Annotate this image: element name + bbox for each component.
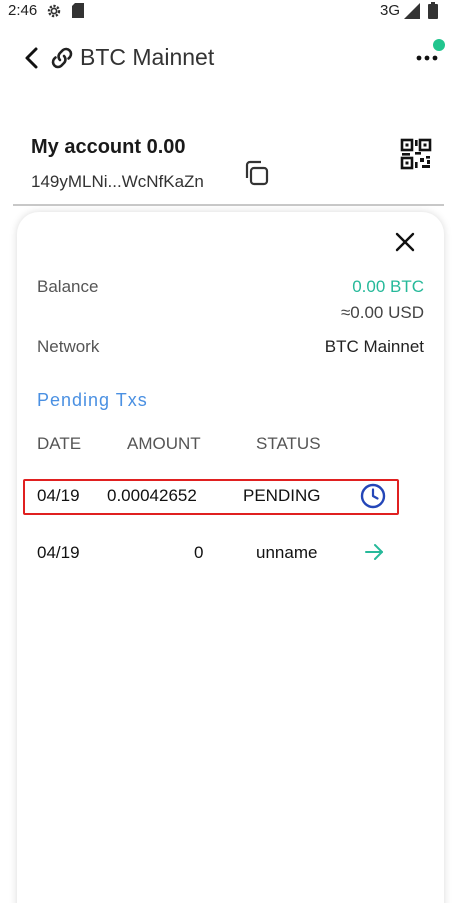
balance-btc: 0.00 BTC <box>352 277 424 296</box>
pending-txs-title: Pending Txs <box>37 390 148 410</box>
tx-row-amount: 0.00042652 <box>107 486 197 505</box>
tx-row-status: PENDING <box>243 486 321 505</box>
tx-row-status: unname <box>256 543 318 562</box>
column-header-status: STATUS <box>256 434 321 453</box>
link-icon <box>51 47 73 69</box>
balance-usd: ≈0.00 USD <box>340 303 424 322</box>
clock-icon[interactable] <box>360 483 386 509</box>
network-label: Network <box>37 337 100 356</box>
arrow-right-icon[interactable] <box>363 541 385 563</box>
account-name: My account 0.00 <box>31 136 186 158</box>
signal-icon <box>404 3 420 19</box>
page-title: BTC Mainnet <box>80 44 215 70</box>
close-icon[interactable] <box>394 231 416 253</box>
divider <box>13 204 444 206</box>
qr-code-icon[interactable] <box>400 138 432 170</box>
balance-label: Balance <box>37 277 99 296</box>
account-details-sheet: Balance 0.00 BTC ≈0.00 USD Network BTC M… <box>17 212 444 903</box>
status-time: 2:46 <box>8 2 38 19</box>
more-icon[interactable] <box>414 50 440 66</box>
network-value: BTC Mainnet <box>324 337 424 356</box>
gear-icon <box>47 4 61 18</box>
column-header-date: DATE <box>37 434 82 453</box>
screen: 2:46 3G BTC Mainnet My account 0.00 149y… <box>0 0 453 903</box>
header: BTC Mainnet <box>0 30 453 86</box>
back-icon[interactable] <box>22 45 42 71</box>
tx-row-date: 04/19 <box>37 543 80 562</box>
battery-icon <box>428 2 438 19</box>
copy-icon[interactable] <box>241 158 271 188</box>
account-address: 149yMLNi...WcNfKaZn <box>31 172 204 191</box>
notification-dot <box>433 39 445 51</box>
sd-card-icon <box>72 3 84 18</box>
network-type: 3G <box>380 2 401 19</box>
tx-row-amount: 0 <box>194 543 204 562</box>
column-header-amount: AMOUNT <box>127 434 201 453</box>
tx-row-date: 04/19 <box>37 486 80 505</box>
status-bar: 2:46 3G <box>0 0 453 24</box>
